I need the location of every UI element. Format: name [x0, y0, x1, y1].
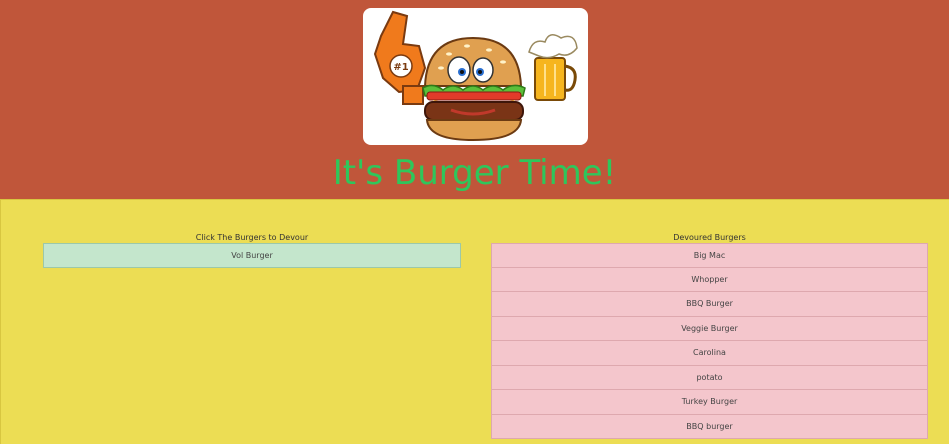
devoured-burger-item: BBQ Burger — [491, 292, 928, 317]
page-title: It's Burger Time! — [332, 153, 617, 193]
devoured-burger-item: BBQ burger — [491, 414, 928, 439]
burger-mascot-logo: #1 — [363, 8, 588, 145]
devoured-burger-item: Big Mac — [491, 243, 928, 268]
burger-mascot-illustration: #1 — [373, 10, 578, 142]
devoured-burger-list: Big Mac Whopper BBQ Burger Veggie Burger… — [491, 243, 928, 439]
devoured-burger-item: potato — [491, 365, 928, 390]
uneaten-burgers-heading: Click The Burgers to Devour — [195, 233, 309, 242]
uneaten-burger-list: Vol Burger — [43, 243, 461, 268]
foam-finger-icon: #1 — [373, 10, 427, 105]
devoured-burgers-heading: Devoured Burgers — [673, 233, 746, 242]
devoured-burger-item: Veggie Burger — [491, 316, 928, 341]
uneaten-burger-item[interactable]: Vol Burger — [43, 243, 461, 268]
devoured-burger-item: Turkey Burger — [491, 390, 928, 415]
devoured-burger-item: Carolina — [491, 341, 928, 366]
header: #1 It's Burger Time! — [0, 0, 949, 199]
logo-badge-text: #1 — [393, 62, 408, 73]
devoured-burger-item: Whopper — [491, 267, 928, 292]
beer-mug-icon — [528, 34, 578, 101]
